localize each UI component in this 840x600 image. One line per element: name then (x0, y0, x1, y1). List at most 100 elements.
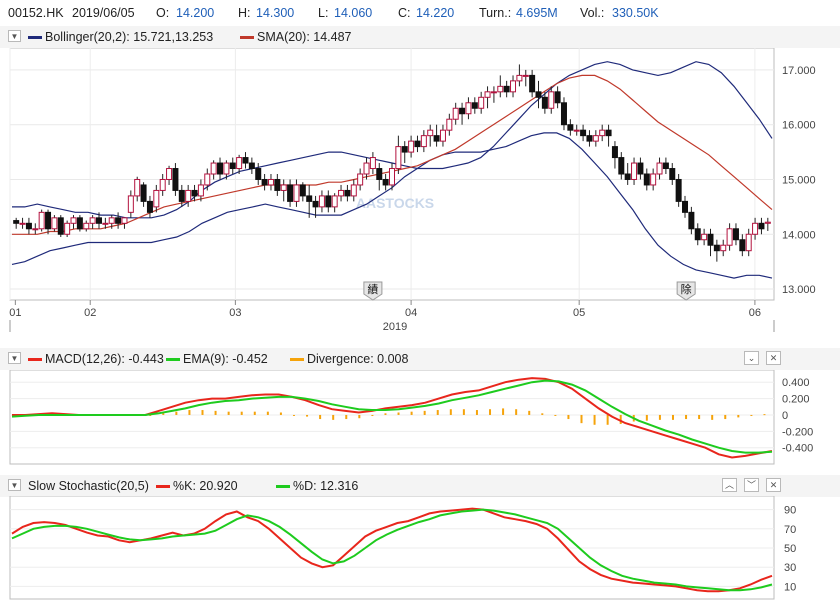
divergence-bar (332, 414, 335, 420)
quote-date: 2019/06/05 (72, 6, 135, 20)
candle-body (694, 228, 701, 241)
candle-body (121, 217, 128, 224)
divergence-bar (541, 413, 544, 415)
candle-body (427, 129, 434, 137)
candle (64, 220, 71, 237)
high-label: H: (238, 6, 251, 20)
macd-dropdown-icon[interactable]: ▼ (8, 352, 21, 364)
candle-body (261, 178, 268, 186)
price-chart: AASTOCKS 13.00014.00015.00016.00017.000 … (9, 48, 816, 333)
candle-body (267, 178, 274, 186)
macd-expand-icon[interactable]: ⌄ (744, 351, 759, 365)
candle-body (471, 102, 478, 109)
candle-body (350, 184, 357, 197)
candle-body (13, 220, 20, 224)
candle-body (490, 91, 497, 94)
candle-body (650, 173, 657, 186)
candle-body (331, 195, 338, 208)
price-tick-label: 13.000 (782, 284, 816, 296)
candle-body (605, 129, 612, 137)
stoch-up-icon[interactable]: ︿ (722, 478, 737, 492)
candle-body (764, 221, 771, 224)
month-tick-label: 06 (749, 307, 761, 319)
year-label: 2019 (383, 321, 407, 333)
candle-body (713, 244, 720, 252)
turnover-label: Turn.: (479, 6, 512, 20)
div-swatch (290, 358, 304, 361)
divergence-bar (358, 414, 361, 419)
candle-body (191, 189, 198, 197)
candle-body (414, 140, 421, 148)
stoch-legend-text: Slow Stochastic(20,5) (28, 479, 149, 493)
candle-body (57, 217, 64, 235)
candle-body (669, 168, 676, 180)
candle-body (223, 162, 230, 175)
divergence-bar (266, 411, 269, 415)
event-marker-label: 除 (681, 282, 692, 296)
divergence-bar (489, 409, 492, 415)
candle-body (108, 217, 115, 224)
low-label: L: (318, 6, 329, 20)
candle-body (140, 184, 147, 202)
divergence-bar (528, 410, 531, 415)
divergence-bar (502, 408, 505, 415)
candle-body (497, 85, 504, 93)
stoch-down-icon[interactable]: ﹀ (744, 478, 759, 492)
stoch-close-icon[interactable]: ✕ (766, 478, 781, 492)
candle-body (548, 91, 555, 109)
low-value: 14.060 (334, 6, 373, 20)
div-legend-text: Divergence: 0.008 (307, 352, 409, 366)
candle-body (401, 146, 408, 153)
divergence-bar (475, 410, 478, 415)
main-dropdown-icon[interactable]: ▼ (8, 30, 21, 42)
candle-body (586, 135, 593, 142)
candle-body (484, 91, 491, 98)
macd-tick-label: -0.400 (782, 443, 813, 455)
divergence-bar (658, 414, 661, 420)
candle-body (637, 162, 644, 175)
candle-body (146, 200, 153, 213)
candle-body (248, 162, 255, 170)
quote-header: 00152.HK 2019/06/05 O: 14.200 H: 14.300 … (0, 0, 840, 26)
candle-body (631, 162, 638, 180)
candle-body (166, 168, 173, 180)
divergence-bar (580, 414, 583, 424)
macd-close-icon[interactable]: ✕ (766, 351, 781, 365)
candle-body (38, 211, 45, 230)
divergence-bar (515, 409, 518, 415)
divergence-bar (201, 410, 204, 415)
candle-body (433, 135, 440, 142)
candle-body (522, 74, 529, 77)
candle-body (662, 162, 669, 170)
stock-code: 00152.HK (8, 6, 64, 20)
main-legend: ▼ Bollinger(20,2): 15.721,13.253 SMA(20)… (0, 26, 840, 48)
divergence-bar (436, 410, 439, 415)
candle-body (439, 129, 446, 142)
candle-body (242, 157, 249, 164)
candle-body (656, 162, 663, 175)
candle-body (89, 217, 96, 224)
candle-body (306, 195, 313, 202)
macd-swatch (28, 358, 42, 361)
candle-body (70, 217, 77, 224)
divergence-bar (737, 414, 740, 418)
candle-body (299, 184, 306, 197)
candle-body (758, 222, 765, 230)
divergence-bar (554, 414, 557, 416)
candle-body (115, 217, 122, 224)
candle-body (376, 168, 383, 180)
candle-body (554, 91, 561, 104)
divergence-bar (593, 414, 596, 425)
divergence-bar (279, 412, 282, 415)
stoch-dropdown-icon[interactable]: ▼ (8, 479, 21, 491)
candle-body (420, 135, 427, 148)
divergence-bar (214, 410, 217, 415)
month-tick-label: 04 (405, 307, 417, 319)
macd-axis: 0.400 0.200 0 -0.200 -0.400 (782, 377, 813, 455)
divergence-bar (227, 411, 230, 415)
candle-body (357, 173, 364, 186)
divergence-bar (240, 411, 243, 415)
divergence-bar (371, 414, 374, 416)
month-tick-label: 05 (573, 307, 585, 319)
candle-body (611, 146, 618, 159)
